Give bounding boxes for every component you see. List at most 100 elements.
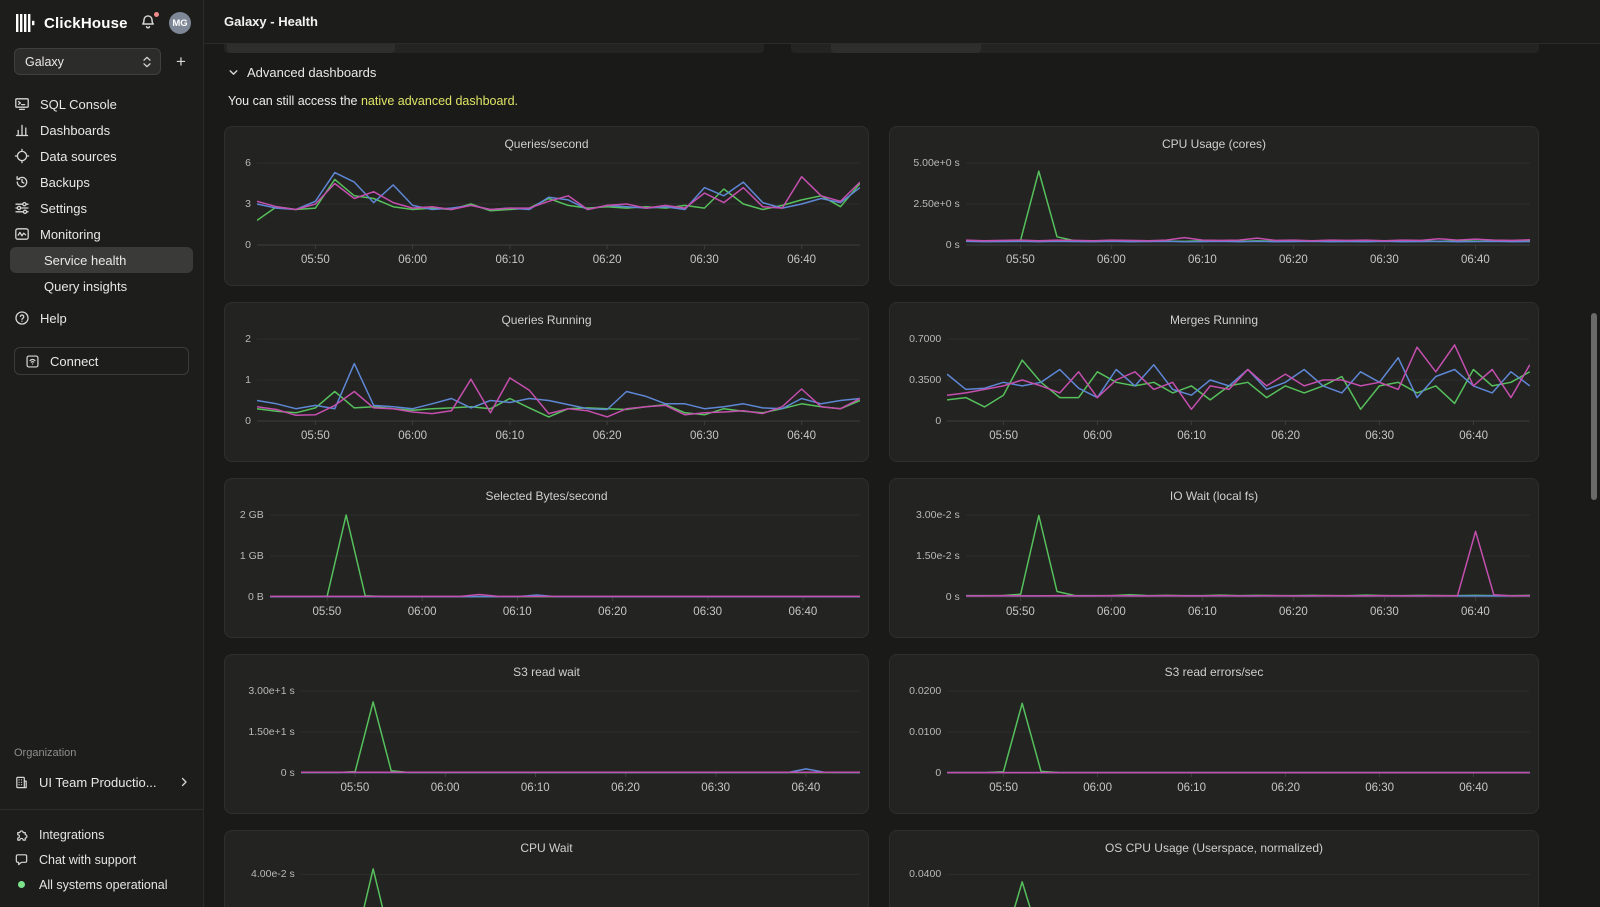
sidebar-divider [0, 809, 203, 810]
sidebar-item-backups[interactable]: Backups [14, 169, 193, 195]
sidebar-item-label: Dashboards [40, 123, 110, 138]
sidebar-item-label: Chat with support [39, 853, 136, 867]
organization-switcher[interactable]: UI Team Productio... [0, 769, 203, 795]
chart-title: S3 read wait [233, 663, 860, 685]
clipped-panel [224, 44, 764, 53]
chart-title: IO Wait (local fs) [898, 487, 1530, 509]
y-tick-label: 0 [935, 415, 941, 427]
connect-button[interactable]: Connect [14, 347, 189, 375]
x-tick-label: 05:50 [301, 430, 330, 442]
page-title: Galaxy - Health [224, 14, 318, 29]
sidebar-item-settings[interactable]: Settings [14, 195, 193, 221]
x-tick-label: 06:40 [1459, 430, 1488, 442]
top-bar: Galaxy - Health [204, 0, 1600, 44]
data-sources-icon [14, 148, 30, 164]
x-tick-label: 06:30 [693, 606, 722, 618]
chart-plot-area[interactable] [301, 685, 860, 777]
chart-plot-area[interactable] [301, 861, 860, 907]
x-tick-label: 06:20 [598, 606, 627, 618]
chat-bubble-icon [14, 852, 29, 867]
sidebar-item-label: Integrations [39, 828, 104, 842]
sidebar-item-data-sources[interactable]: Data sources [14, 143, 193, 169]
status-ok-dot [18, 881, 25, 888]
service-selector-value: Galaxy [25, 55, 64, 69]
y-tick-label: 2 [245, 333, 251, 345]
y-tick-label: 0 B [248, 591, 264, 603]
chart-panel: CPU Usage (cores)0 s2.50e+0 s5.00e+0 s05… [889, 126, 1539, 286]
chart-plot-area[interactable] [966, 157, 1530, 249]
integrations-puzzle-icon [14, 827, 29, 842]
y-axis: 00.02000.0400 [898, 861, 947, 907]
y-tick-label: 1 [245, 374, 251, 386]
main-area: Galaxy - Health Advanced dashboards You … [204, 0, 1600, 907]
chart-plot-area[interactable] [257, 157, 860, 249]
series-line-server-1 [947, 360, 1530, 409]
x-tick-label: 06:00 [1097, 606, 1126, 618]
sidebar-item-label: Query insights [44, 279, 127, 294]
system-status[interactable]: All systems operational [0, 872, 203, 897]
x-axis: 05:5006:0006:1006:2006:3006:40 [270, 601, 860, 625]
y-tick-label: 0.0100 [909, 726, 941, 738]
sidebar-item-chat-support[interactable]: Chat with support [0, 847, 203, 872]
y-tick-label: 2.50e+0 s [913, 198, 959, 210]
advanced-dashboards-toggle[interactable]: Advanced dashboards [228, 65, 376, 80]
service-selector[interactable]: Galaxy [14, 48, 161, 75]
series-line-server-1 [966, 171, 1530, 241]
backups-icon [14, 174, 30, 190]
y-axis: 0 s1.50e+1 s3.00e+1 s [233, 685, 301, 777]
chart-plot-area[interactable] [947, 685, 1530, 777]
sidebar-item-service-health[interactable]: Service health [10, 247, 193, 273]
series-line-server-3 [966, 238, 1530, 241]
x-tick-label: 06:30 [701, 782, 730, 794]
x-tick-label: 06:20 [593, 254, 622, 266]
x-tick-label: 06:20 [1279, 254, 1308, 266]
x-tick-label: 05:50 [989, 430, 1018, 442]
y-axis: 0 B1 GB2 GB [233, 509, 270, 601]
organization-name: UI Team Productio... [39, 775, 157, 790]
charts-grid: Queries/second03605:5006:0006:1006:2006:… [224, 126, 1539, 907]
chart-plot-area[interactable] [947, 861, 1530, 907]
native-dashboard-link[interactable]: native advanced dashboard. [361, 94, 518, 108]
scrollbar-thumb[interactable] [1591, 313, 1597, 500]
y-tick-label: 0 [935, 767, 941, 779]
notifications-button[interactable] [139, 13, 159, 33]
x-tick-label: 06:30 [1370, 254, 1399, 266]
y-tick-label: 2 GB [240, 509, 264, 521]
chart-plot-area[interactable] [257, 333, 860, 425]
y-tick-label: 1.50e-2 s [916, 550, 960, 562]
x-tick-label: 06:10 [1177, 430, 1206, 442]
x-tick-label: 06:20 [1279, 606, 1308, 618]
x-tick-label: 06:10 [1177, 782, 1206, 794]
avatar[interactable]: MG [169, 12, 191, 34]
y-axis: 0 s1.50e-2 s3.00e-2 s [898, 509, 966, 601]
add-service-button[interactable]: + [171, 52, 191, 72]
chart-plot-area[interactable] [947, 333, 1530, 425]
y-axis: 0 s 2.50e+0 s 5.00e+0 s [898, 157, 966, 249]
chart-plot-area[interactable] [270, 509, 860, 601]
connect-icon [25, 354, 40, 369]
status-label: All systems operational [39, 878, 168, 892]
x-tick-label: 05:50 [1006, 606, 1035, 618]
series-line-server-1 [257, 392, 860, 417]
x-tick-label: 05:50 [1006, 254, 1035, 266]
sidebar-item-monitoring[interactable]: Monitoring [14, 221, 193, 247]
y-tick-label: 0 s [946, 239, 960, 251]
monitoring-subnav: Service health Query insights [0, 247, 203, 299]
notification-dot [153, 11, 160, 18]
y-tick-label: 0 [245, 415, 251, 427]
sidebar-item-dashboards[interactable]: Dashboards [14, 117, 193, 143]
chart-plot-area[interactable] [966, 509, 1530, 601]
sidebar-item-query-insights[interactable]: Query insights [10, 273, 193, 299]
sidebar-nav-help: Help [0, 299, 203, 331]
y-axis: 036 [233, 157, 257, 249]
dashboards-icon [14, 122, 30, 138]
sidebar-item-sql-console[interactable]: SQL Console [14, 91, 193, 117]
organization-icon [14, 775, 29, 790]
x-tick-label: 06:00 [408, 606, 437, 618]
chevron-right-icon [179, 777, 189, 787]
series-line-server-3 [257, 378, 860, 417]
y-tick-label: 5.00e+0 s [913, 157, 959, 169]
sidebar-item-integrations[interactable]: Integrations [0, 822, 203, 847]
x-tick-label: 06:20 [1271, 782, 1300, 794]
sidebar-item-help[interactable]: Help [14, 305, 193, 331]
